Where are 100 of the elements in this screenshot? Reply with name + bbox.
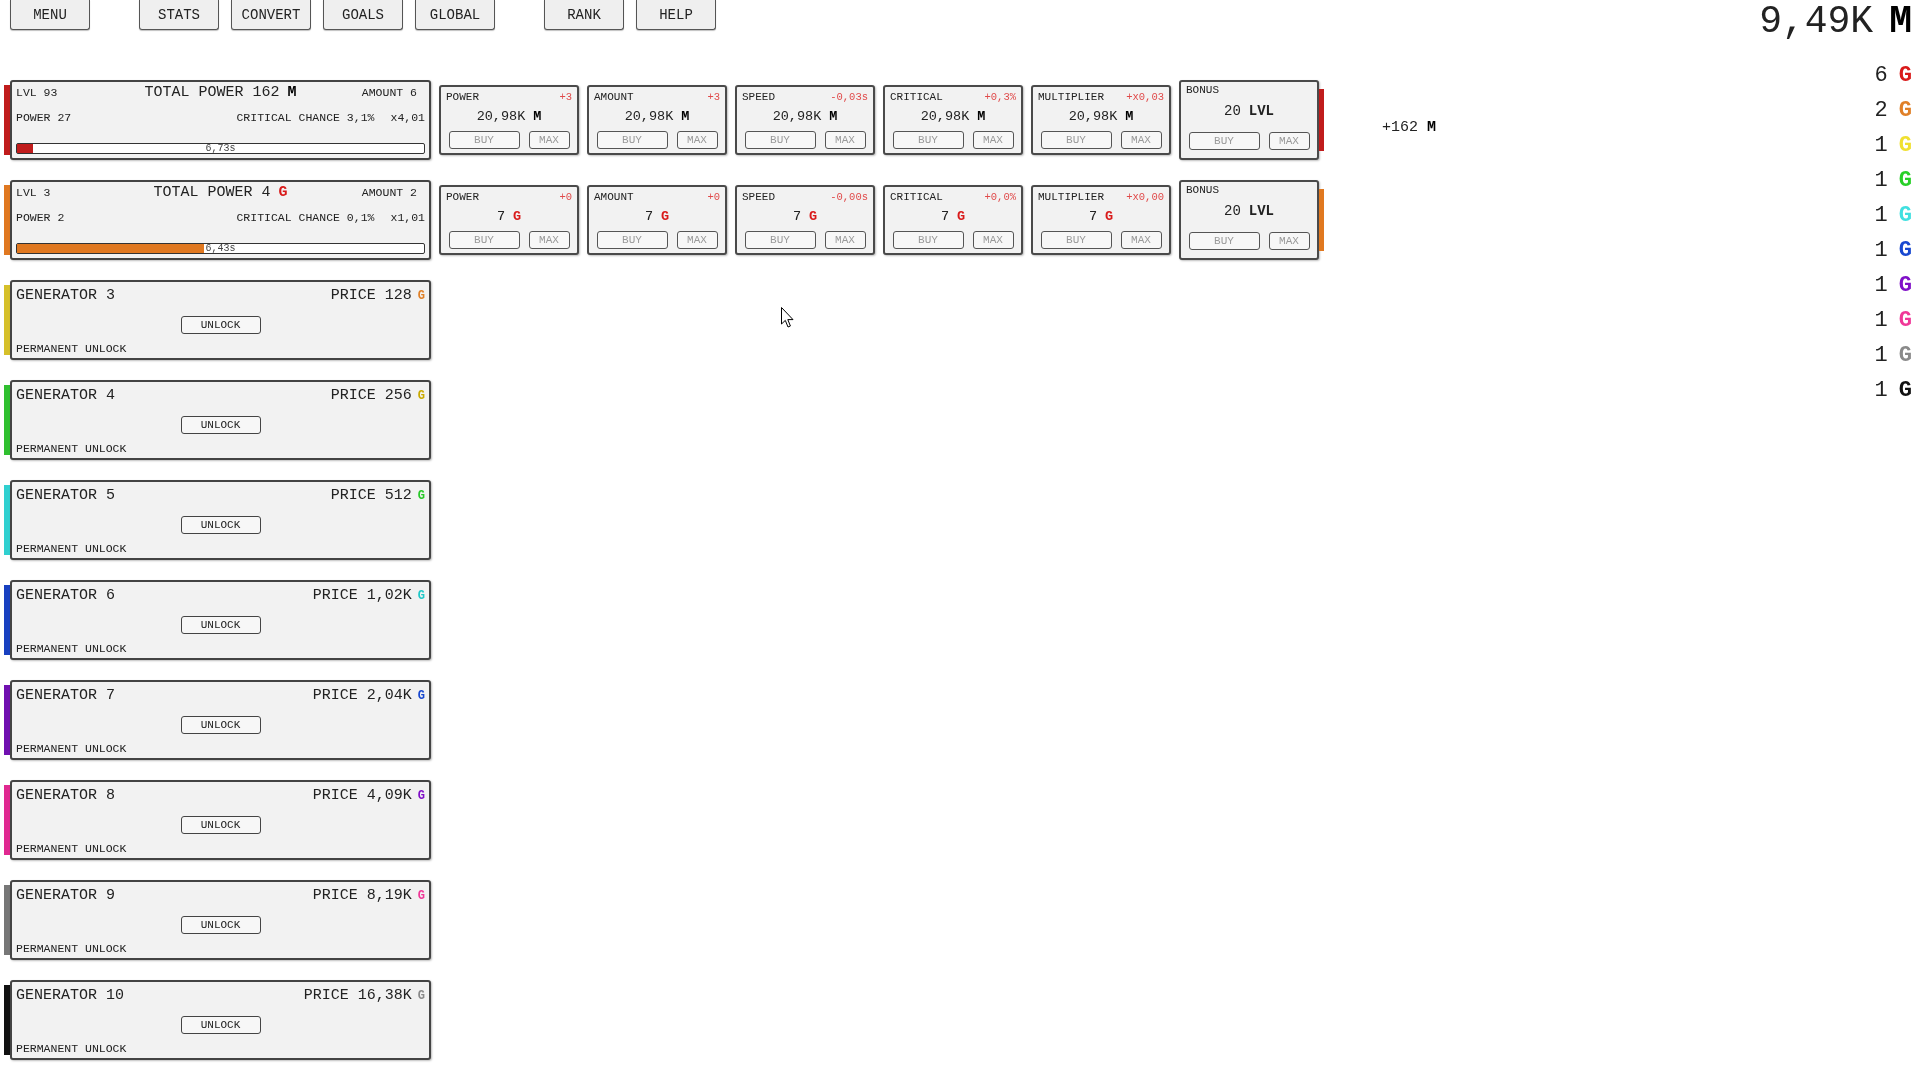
currency-symbol: G bbox=[1898, 203, 1912, 228]
upgrade-cost: 20,98K bbox=[920, 108, 970, 126]
unlock-note: PERMANENT UNLOCK bbox=[16, 542, 127, 556]
amount-label: AMOUNT 6 bbox=[361, 86, 418, 100]
currency-symbol: G bbox=[1105, 208, 1114, 226]
bonus-label: BONUS bbox=[1186, 184, 1219, 196]
total-power-value: TOTAL POWER 162 bbox=[144, 86, 280, 100]
upgrade-name: AMOUNT bbox=[594, 90, 634, 104]
generator-title: GENERATOR 3 bbox=[16, 286, 116, 306]
currency-symbol: G bbox=[1898, 308, 1912, 333]
upgrade-cost: 7 bbox=[496, 208, 505, 226]
unlock-button[interactable]: UNLOCK bbox=[180, 716, 261, 734]
currency-symbol: G bbox=[417, 689, 425, 703]
upgrade-name: POWER bbox=[446, 90, 479, 104]
unlock-button[interactable]: UNLOCK bbox=[180, 316, 261, 334]
multiplier-label: x4,01 bbox=[390, 111, 425, 125]
currency-symbol: G bbox=[278, 186, 288, 200]
currency-symbol: M bbox=[977, 108, 986, 126]
price-label: PRICE 128 bbox=[330, 286, 412, 306]
unlock-button[interactable]: UNLOCK bbox=[180, 816, 261, 834]
upgrade-delta: +0,0% bbox=[984, 190, 1016, 204]
currency-symbol: G bbox=[417, 489, 425, 503]
unlock-button[interactable]: UNLOCK bbox=[180, 616, 261, 634]
bonus-label: BONUS bbox=[1186, 84, 1219, 96]
upgrade-name: CRITICAL bbox=[890, 190, 943, 204]
upgrade-delta: +3 bbox=[707, 90, 720, 104]
price-label: PRICE 16,38K bbox=[303, 986, 412, 1006]
generator-title: GENERATOR 6 bbox=[16, 586, 116, 606]
level-label: LVL 3 bbox=[16, 186, 52, 200]
currency-symbol: G bbox=[1898, 63, 1912, 88]
currency-symbol: G bbox=[1898, 238, 1912, 263]
currency-symbol: G bbox=[417, 789, 425, 803]
nav-button[interactable]: STATS bbox=[139, 0, 219, 30]
nav-button[interactable]: GLOBAL bbox=[415, 0, 495, 30]
upgrade-name: POWER bbox=[446, 190, 479, 204]
upgrade-name: CRITICAL bbox=[890, 90, 943, 104]
power-label: POWER 27 bbox=[16, 111, 72, 125]
currency-symbol: G bbox=[809, 208, 818, 226]
upgrade-name: SPEED bbox=[742, 90, 775, 104]
upgrade-cost: 7 bbox=[1088, 208, 1097, 226]
currency-amount: 1 bbox=[1874, 238, 1888, 263]
currency-symbol: M bbox=[829, 108, 838, 126]
currency-amount: 1 bbox=[1874, 343, 1888, 368]
upgrade-cost: 20,98K bbox=[1068, 108, 1118, 126]
currency-symbol: G bbox=[1898, 133, 1912, 158]
currency-symbol: G bbox=[417, 289, 425, 303]
upgrade-delta: +x0,03 bbox=[1126, 90, 1164, 104]
unlock-note: PERMANENT UNLOCK bbox=[16, 842, 127, 856]
currency-amount: 1 bbox=[1874, 133, 1888, 158]
currency-symbol: M bbox=[287, 86, 297, 100]
generator-title: GENERATOR 5 bbox=[16, 486, 116, 506]
upgrade-delta: -0,00s bbox=[830, 190, 868, 204]
upgrade-cost: 20,98K bbox=[624, 108, 674, 126]
price-label: PRICE 256 bbox=[330, 386, 412, 406]
nav-button[interactable]: MENU bbox=[10, 0, 90, 30]
nav-button[interactable]: RANK bbox=[544, 0, 624, 30]
currency-symbol: G bbox=[417, 389, 425, 403]
upgrade-cost: 7 bbox=[792, 208, 801, 226]
currency-symbol: G bbox=[1898, 168, 1912, 193]
unlock-button[interactable]: UNLOCK bbox=[180, 416, 261, 434]
currency-symbol: M bbox=[681, 108, 690, 126]
upgrade-name: MULTIPLIER bbox=[1038, 90, 1104, 104]
unlock-button[interactable]: UNLOCK bbox=[180, 1016, 261, 1034]
unlock-button[interactable]: UNLOCK bbox=[180, 916, 261, 934]
currency-amount: 2 bbox=[1874, 98, 1888, 123]
power-label: POWER 2 bbox=[16, 211, 65, 225]
upgrade-delta: +0,3% bbox=[984, 90, 1016, 104]
generator-title: GENERATOR 10 bbox=[16, 986, 125, 1006]
upgrade-name: MULTIPLIER bbox=[1038, 190, 1104, 204]
currency-symbol: M bbox=[1427, 118, 1437, 136]
unlock-note: PERMANENT UNLOCK bbox=[16, 1042, 127, 1056]
amount-label: AMOUNT 2 bbox=[361, 186, 418, 200]
currency-amount: 1 bbox=[1874, 168, 1888, 193]
generator-title: GENERATOR 8 bbox=[16, 786, 116, 806]
nav-button[interactable]: HELP bbox=[636, 0, 716, 30]
nav-button[interactable]: CONVERT bbox=[231, 0, 311, 30]
currency-amount: 1 bbox=[1874, 203, 1888, 228]
critical-chance-label: CRITICAL CHANCE 0,1% bbox=[236, 211, 375, 225]
mouse-pointer-icon bbox=[781, 307, 794, 328]
upgrade-cost: 20,98K bbox=[476, 108, 526, 126]
upgrade-delta: -0,03s bbox=[830, 90, 868, 104]
upgrade-cost: 7 bbox=[644, 208, 653, 226]
currency-symbol: G bbox=[417, 989, 425, 1003]
currency-symbol: G bbox=[957, 208, 966, 226]
bonus-unit: LVL bbox=[1248, 202, 1274, 220]
generator-title: GENERATOR 9 bbox=[16, 886, 116, 906]
bonus-value: 20 bbox=[1224, 102, 1241, 120]
unlock-button[interactable]: UNLOCK bbox=[180, 516, 261, 534]
multiplier-label: x1,01 bbox=[390, 211, 425, 225]
currency-amount: 1 bbox=[1874, 308, 1888, 333]
upgrade-name: AMOUNT bbox=[594, 190, 634, 204]
nav-button[interactable]: GOALS bbox=[323, 0, 403, 30]
generator-title: GENERATOR 7 bbox=[16, 686, 116, 706]
balance-value: 9,49K bbox=[1759, 0, 1874, 44]
critical-chance-label: CRITICAL CHANCE 3,1% bbox=[236, 111, 375, 125]
generator-title: GENERATOR 4 bbox=[16, 386, 116, 406]
currency-symbol: G bbox=[1898, 343, 1912, 368]
unlock-note: PERMANENT UNLOCK bbox=[16, 342, 127, 356]
upgrade-cost: 20,98K bbox=[772, 108, 822, 126]
currency-symbol: G bbox=[1898, 98, 1912, 123]
